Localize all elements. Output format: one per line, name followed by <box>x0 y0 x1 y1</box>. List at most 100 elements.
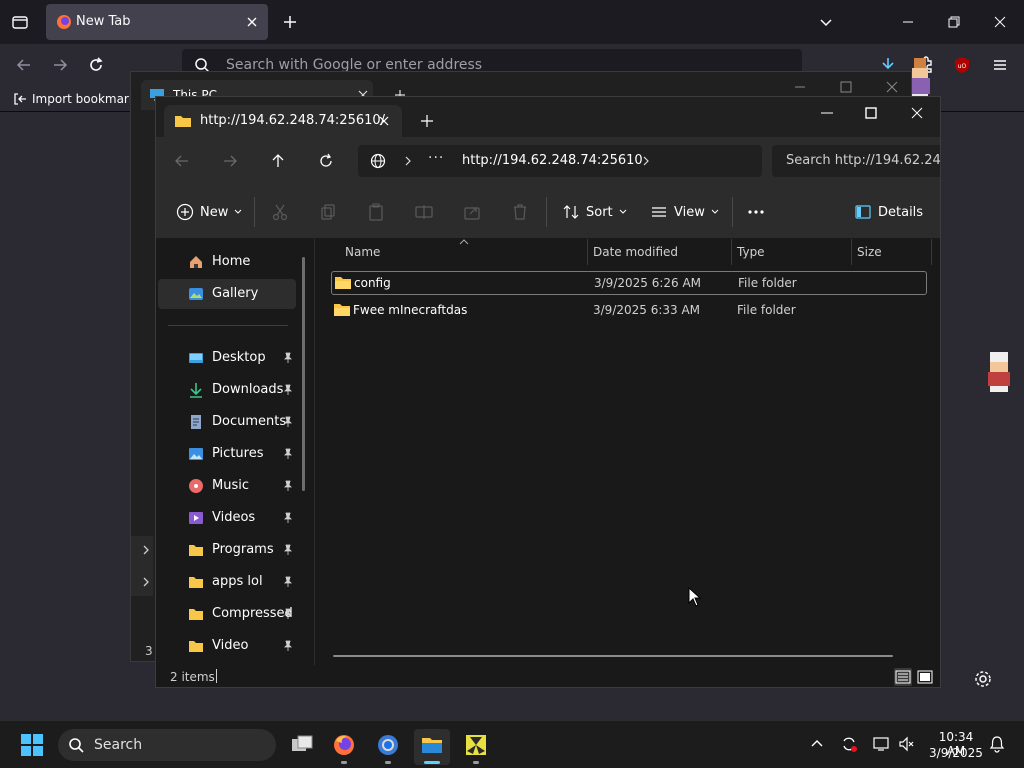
taskbar-app-file-explorer[interactable] <box>414 729 450 765</box>
ublock-icon[interactable]: uO <box>952 55 972 75</box>
nav-item-pinned[interactable]: Videos <box>158 503 296 533</box>
column-header-size[interactable]: Size <box>857 245 882 259</box>
close-tab-icon[interactable] <box>378 115 390 127</box>
forward-arrow-icon[interactable] <box>50 55 70 75</box>
close-icon[interactable] <box>885 80 899 94</box>
import-bookmarks-button[interactable]: Import bookmarks <box>12 91 142 107</box>
close-icon[interactable] <box>910 106 924 120</box>
file-explorer-window[interactable]: http://194.62.248.74:25610/ ··· http://1… <box>155 96 941 688</box>
pin-icon[interactable] <box>282 448 294 460</box>
details-view-icon[interactable] <box>894 668 912 686</box>
column-separator[interactable] <box>731 239 732 265</box>
column-header-date-modified[interactable]: Date modified <box>593 245 678 259</box>
nav-item-gallery[interactable]: Gallery <box>158 279 296 309</box>
address-input[interactable]: ··· http://194.62.248.74:25610 <box>358 145 762 177</box>
task-view-button[interactable] <box>284 729 320 765</box>
volume-muted-icon[interactable] <box>898 735 916 753</box>
paste-icon[interactable] <box>366 202 386 222</box>
chevron-right-icon[interactable] <box>402 155 414 167</box>
list-all-tabs-icon[interactable] <box>10 12 30 32</box>
folder-icon <box>188 574 204 590</box>
minimize-icon[interactable] <box>793 80 807 94</box>
more-locations-icon[interactable]: ··· <box>428 150 444 166</box>
share-icon[interactable] <box>462 202 482 222</box>
chevron-right-icon[interactable] <box>141 545 151 555</box>
pin-icon[interactable] <box>282 576 294 588</box>
pin-icon[interactable] <box>282 640 294 652</box>
cut-icon[interactable] <box>270 202 290 222</box>
pin-icon[interactable] <box>282 384 294 396</box>
tiles-view-icon[interactable] <box>916 668 934 686</box>
nav-item-pinned[interactable]: Compressed <box>158 599 296 629</box>
back-arrow-icon[interactable] <box>14 55 34 75</box>
explorer-tab[interactable]: http://194.62.248.74:25610/ <box>164 105 402 137</box>
nav-item-pinned[interactable]: Video <box>158 631 296 661</box>
nav-item-pinned[interactable]: Documents <box>158 407 296 437</box>
column-separator[interactable] <box>931 239 932 265</box>
minimize-icon[interactable] <box>820 106 834 120</box>
nav-item-pinned[interactable]: Programs <box>158 535 296 565</box>
sort-button[interactable]: Sort <box>562 202 627 222</box>
reload-icon[interactable] <box>86 55 106 75</box>
show-hidden-icons-chevron-up-icon[interactable] <box>808 735 826 753</box>
pin-icon[interactable] <box>282 512 294 524</box>
taskbar-app-pinned[interactable] <box>458 729 494 765</box>
nav-item-pinned[interactable]: apps lol <box>158 567 296 597</box>
notification-bell-icon[interactable] <box>988 735 1006 753</box>
pin-icon[interactable] <box>282 544 294 556</box>
search-placeholder: Search http://194.62.248.74:25610 <box>786 153 941 168</box>
taskbar-search-box[interactable]: Search <box>58 729 276 761</box>
back-arrow-icon[interactable] <box>174 153 190 169</box>
maximize-icon[interactable] <box>864 106 878 120</box>
nav-item-label: Desktop <box>212 350 266 365</box>
view-button[interactable]: View <box>650 202 719 222</box>
nav-scrollbar[interactable] <box>302 257 305 491</box>
sync-icon[interactable] <box>840 735 858 753</box>
delete-icon[interactable] <box>510 202 530 222</box>
start-button[interactable] <box>20 733 44 757</box>
pin-icon[interactable] <box>282 608 294 620</box>
rename-icon[interactable] <box>414 202 434 222</box>
chevron-right-icon[interactable] <box>640 155 652 167</box>
browser-tab-new-tab[interactable]: New Tab <box>46 4 268 40</box>
new-tab-icon[interactable] <box>280 12 300 32</box>
pin-icon[interactable] <box>282 480 294 492</box>
pin-icon[interactable] <box>282 352 294 364</box>
new-tab-icon[interactable] <box>420 114 434 128</box>
forward-arrow-icon[interactable] <box>222 153 238 169</box>
menu-icon[interactable] <box>990 55 1010 75</box>
clock-date[interactable]: 3/9/2025 <box>926 746 986 760</box>
minimize-icon[interactable] <box>898 12 918 32</box>
column-header-type[interactable]: Type <box>737 245 765 259</box>
column-separator[interactable] <box>851 239 852 265</box>
copy-icon[interactable] <box>318 202 338 222</box>
up-arrow-icon[interactable] <box>270 153 286 169</box>
pin-icon[interactable] <box>282 416 294 428</box>
table-row[interactable]: Fwee mInecraftdas 3/9/2025 6:33 AM File fo… <box>331 299 927 323</box>
nav-item-pinned[interactable]: Desktop <box>158 343 296 373</box>
maximize-icon[interactable] <box>839 80 853 94</box>
table-row[interactable]: config 3/9/2025 6:26 AM File folder <box>331 271 927 295</box>
column-separator[interactable] <box>587 239 588 265</box>
network-icon[interactable] <box>872 735 890 753</box>
chevron-down-icon[interactable] <box>816 12 836 32</box>
explorer-title-bar[interactable]: http://194.62.248.74:25610/ <box>156 97 940 137</box>
close-icon[interactable] <box>990 12 1010 32</box>
settings-gear-icon[interactable] <box>974 670 992 688</box>
close-tab-icon[interactable] <box>244 14 260 30</box>
nav-item-pinned[interactable]: Pictures <box>158 439 296 469</box>
nav-item-home[interactable]: Home <box>158 247 296 277</box>
restore-icon[interactable] <box>944 12 964 32</box>
new-button[interactable]: New <box>176 202 242 222</box>
refresh-icon[interactable] <box>318 153 334 169</box>
taskbar-app-chrome[interactable] <box>370 729 406 765</box>
more-options-icon[interactable] <box>746 202 766 222</box>
horizontal-scrollbar[interactable] <box>333 655 893 657</box>
column-header-name[interactable]: Name <box>345 245 380 259</box>
nav-item-pinned[interactable]: Downloads <box>158 375 296 405</box>
chevron-right-icon[interactable] <box>141 577 151 587</box>
explorer-search-input[interactable]: Search http://194.62.248.74:25610 <box>772 145 941 177</box>
nav-item-pinned[interactable]: Music <box>158 471 296 501</box>
details-button[interactable]: Details <box>854 202 923 222</box>
taskbar-app-firefox[interactable] <box>326 729 362 765</box>
